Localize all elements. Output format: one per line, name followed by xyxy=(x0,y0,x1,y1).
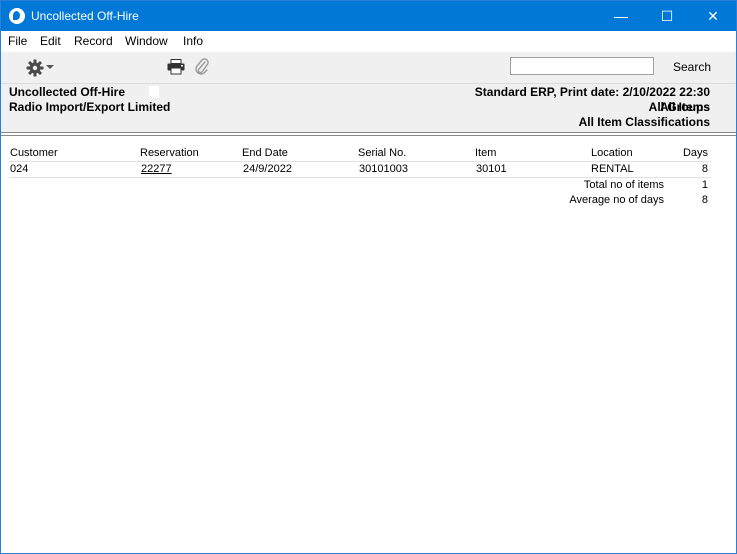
menu-window[interactable]: Window xyxy=(125,34,168,48)
report-title: Uncollected Off-Hire xyxy=(9,85,126,99)
cell-customer: 024 xyxy=(10,163,29,175)
menu-edit[interactable]: Edit xyxy=(40,34,61,48)
col-header-serial: Serial No. xyxy=(358,147,407,159)
col-header-reservation: Reservation xyxy=(140,147,199,159)
total-items-label: Total no of items xyxy=(583,179,664,191)
col-header-location: Location xyxy=(591,147,633,159)
table-row-divider xyxy=(9,177,711,178)
close-button[interactable]: ✕ xyxy=(690,1,736,31)
col-header-customer: Customer xyxy=(10,147,58,159)
report-header: Uncollected Off-Hire Radio Import/Export… xyxy=(1,83,736,132)
maximize-button[interactable]: ☐ xyxy=(644,1,690,31)
gear-icon[interactable] xyxy=(26,59,44,77)
print-info: Standard ERP, Print date: 2/10/2022 22:3… xyxy=(474,85,710,99)
chevron-down-icon[interactable] xyxy=(46,65,54,69)
window: Uncollected Off-Hire — ☐ ✕ File Edit Rec… xyxy=(0,0,737,554)
menu-bar: File Edit Record Window Info xyxy=(1,31,736,52)
blank-field xyxy=(149,86,159,98)
col-header-end-date: End Date xyxy=(242,147,288,159)
divider xyxy=(1,135,736,136)
company-name: Radio Import/Export Limited xyxy=(9,100,171,114)
col-header-item: Item xyxy=(475,147,497,159)
avg-days-value: 8 xyxy=(701,194,708,206)
window-title: Uncollected Off-Hire xyxy=(31,9,139,23)
cell-end-date: 24/9/2022 xyxy=(243,163,292,175)
table-row-divider xyxy=(9,161,711,162)
divider xyxy=(1,132,736,133)
menu-record[interactable]: Record xyxy=(74,34,113,48)
filter-groups: All Groups xyxy=(648,100,710,114)
cell-serial: 30101003 xyxy=(359,163,408,175)
minimize-button[interactable]: — xyxy=(598,1,644,31)
cell-days: 8 xyxy=(701,163,708,175)
menu-file[interactable]: File xyxy=(8,34,27,48)
cell-item: 30101 xyxy=(476,163,507,175)
app-logo-icon xyxy=(9,8,25,24)
menu-info[interactable]: Info xyxy=(183,34,203,48)
toolbar: Search xyxy=(1,52,736,83)
paperclip-icon[interactable] xyxy=(194,58,210,76)
total-items-value: 1 xyxy=(701,179,708,191)
printer-icon[interactable] xyxy=(167,59,185,75)
filter-classifications: All Item Classifications xyxy=(578,115,710,129)
avg-days-label: Average no of days xyxy=(569,194,664,206)
col-header-days: Days xyxy=(682,147,708,159)
cell-location: RENTAL xyxy=(591,163,634,175)
title-bar: Uncollected Off-Hire — ☐ ✕ xyxy=(1,1,736,31)
search-input[interactable] xyxy=(510,57,654,75)
reservation-link[interactable]: 22277 xyxy=(141,163,172,175)
search-button[interactable]: Search xyxy=(673,60,711,74)
